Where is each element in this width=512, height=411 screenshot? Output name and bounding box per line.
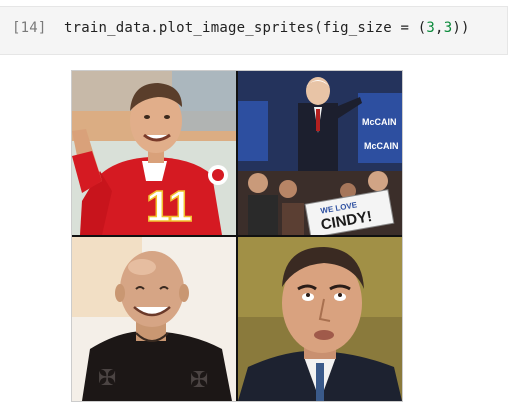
cell-prompt: [14]	[12, 20, 47, 36]
cell-output: 11 McCAIN McCAIN WE LOVE CINDY! ✠ ✠	[72, 71, 402, 401]
notebook: [14] train_data.plot_image_sprites(fig_s…	[0, 0, 512, 411]
image-sprite-grid: 11 McCAIN McCAIN WE LOVE CINDY! ✠ ✠	[72, 71, 402, 401]
sprite-bald-man: ✠ ✠	[72, 237, 236, 401]
code-suffix: ))	[452, 20, 470, 36]
sprite-football-player: 11	[72, 71, 236, 235]
code-line[interactable]: train_data.plot_image_sprites(fig_size =…	[64, 20, 470, 36]
sprite-man-in-suit	[238, 237, 402, 401]
football-player-image: 11	[72, 71, 236, 235]
bald-man-image: ✠ ✠	[72, 237, 236, 401]
rally-image: McCAIN McCAIN WE LOVE CINDY!	[238, 71, 402, 235]
svg-text:✠: ✠	[98, 366, 116, 391]
code-arg-sep: ,	[435, 20, 444, 36]
sprite-politician-rally: McCAIN McCAIN WE LOVE CINDY!	[238, 71, 402, 235]
crowd-sign-text-2: McCAIN	[364, 141, 399, 151]
man-in-suit-image	[238, 237, 402, 401]
svg-text:✠: ✠	[190, 368, 208, 393]
jersey-number: 11	[146, 182, 193, 231]
code-arg-a: 3	[426, 20, 436, 36]
crowd-sign-text: McCAIN	[362, 117, 397, 127]
code-prefix: train_data.plot_image_sprites(fig_size =…	[64, 20, 427, 36]
